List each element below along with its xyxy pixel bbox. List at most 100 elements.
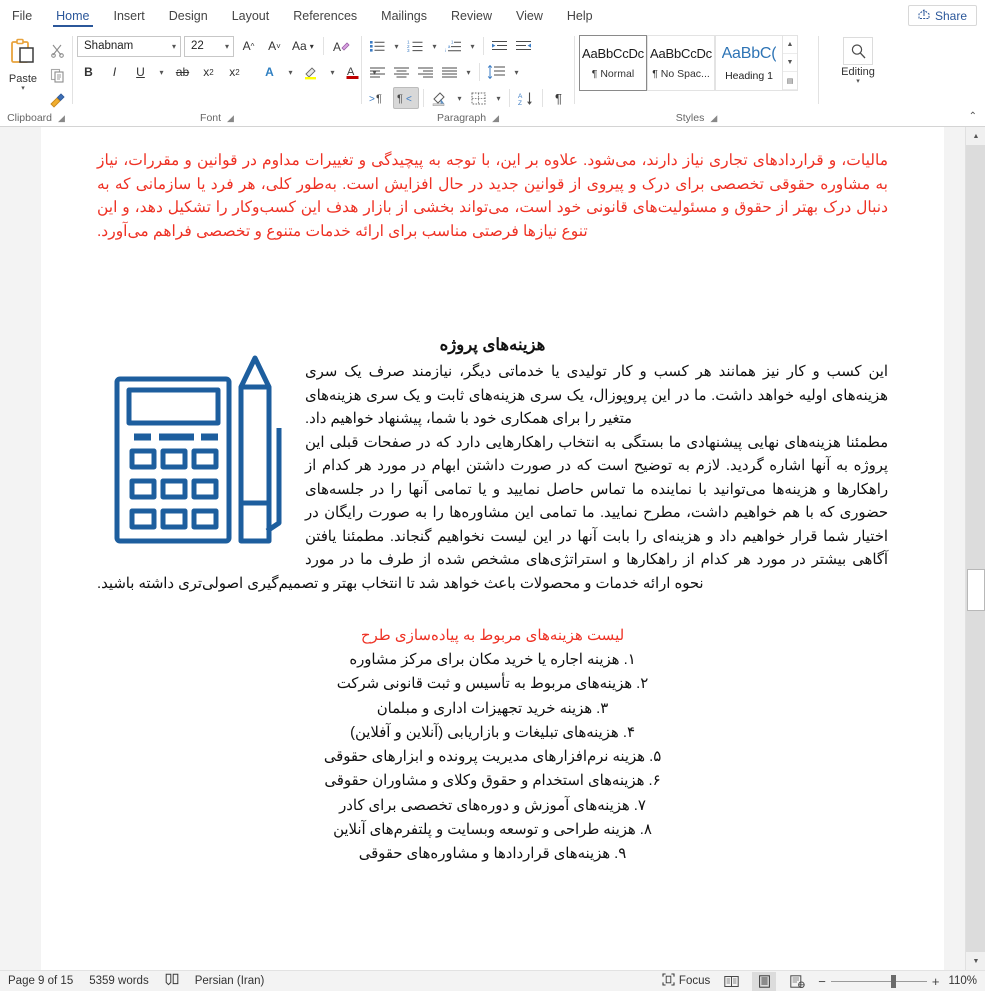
document-canvas[interactable]: مالیات، و قراردادهای تجاری نیاز دارند، م… (0, 127, 985, 970)
justify-button[interactable] (438, 61, 461, 83)
font-dialog-launcher[interactable]: ◢ (227, 113, 234, 124)
print-layout-button[interactable] (752, 971, 777, 991)
numbering-button[interactable]: 123 (404, 35, 427, 57)
tab-file[interactable]: File (0, 0, 44, 31)
editing-dropdown-caret[interactable]: ▾ (856, 78, 860, 86)
styles-dialog-launcher[interactable]: ◢ (710, 113, 717, 124)
subscript-button[interactable]: x2 (197, 61, 220, 83)
tab-view[interactable]: View (504, 0, 555, 31)
styles-more-icon[interactable]: ▤ (783, 72, 797, 90)
tab-mailings[interactable]: Mailings (369, 0, 439, 31)
scrollbar-track[interactable] (966, 145, 985, 952)
style-no-spacing[interactable]: AaBbCcDc ¶ No Spac... (647, 35, 715, 91)
read-mode-button[interactable] (719, 972, 743, 991)
proofing-icon[interactable] (165, 973, 179, 989)
vertical-scrollbar[interactable]: ▲ ▼ (965, 127, 985, 970)
tab-help[interactable]: Help (555, 0, 605, 31)
zoom-thumb[interactable] (890, 974, 896, 988)
strikethrough-button[interactable]: ab (171, 61, 194, 83)
align-center-button[interactable] (390, 61, 413, 83)
word-count[interactable]: 5359 words (89, 975, 148, 987)
text-effects-button[interactable]: A (258, 61, 281, 83)
text-effects-dropdown[interactable]: ▾ (284, 61, 297, 83)
style-heading-1-label: Heading 1 (725, 69, 773, 82)
tab-home[interactable]: Home (44, 0, 101, 31)
clipboard-dialog-launcher[interactable]: ◢ (58, 113, 65, 124)
editing-button[interactable]: Editing ▾ (819, 35, 897, 86)
decrease-indent-button[interactable] (488, 35, 511, 57)
shrink-font-button[interactable]: A ˅ (263, 35, 286, 57)
align-right-button[interactable] (414, 61, 437, 83)
document-content[interactable]: مالیات، و قراردادهای تجاری نیاز دارند، م… (41, 127, 944, 867)
share-button[interactable]: Share (907, 5, 977, 26)
tab-insert[interactable]: Insert (102, 0, 157, 31)
tab-review[interactable]: Review (439, 0, 504, 31)
zoom-out-button[interactable]: − (818, 974, 826, 989)
zoom-slider[interactable]: − + (818, 974, 939, 989)
ltr-text-direction-button[interactable]: > ¶ (366, 87, 392, 109)
sort-button[interactable]: AZ (514, 87, 538, 109)
collapse-ribbon-button[interactable]: ⌃ (969, 111, 977, 122)
clear-formatting-button[interactable]: A (330, 35, 353, 57)
rtl-text-direction-button[interactable]: ¶ < (393, 87, 419, 109)
paste-dropdown-caret[interactable]: ▾ (21, 85, 25, 93)
calculator-pencil-illustration[interactable] (109, 353, 301, 548)
zoom-track[interactable] (830, 974, 927, 988)
borders-dropdown[interactable]: ▾ (492, 87, 505, 109)
list-item: ۹. هزینه‌های قراردادها و مشاوره‌های حقوق… (358, 846, 627, 863)
grow-font-button[interactable]: A ^ (237, 35, 260, 57)
format-painter-button[interactable] (46, 89, 68, 111)
status-bar: Page 9 of 15 5359 words Persian (Iran) F… (0, 970, 985, 991)
web-layout-button[interactable] (785, 972, 809, 991)
justify-dropdown[interactable]: ▾ (462, 61, 475, 83)
borders-button[interactable] (467, 87, 491, 109)
tab-design[interactable]: Design (157, 0, 220, 31)
font-size-combo[interactable]: 22 ▾ (184, 35, 234, 57)
styles-scroll-up-icon[interactable]: ▲ (783, 36, 797, 54)
numbering-dropdown[interactable]: ▾ (428, 35, 441, 57)
underline-dropdown[interactable]: ▾ (155, 61, 168, 83)
paste-button[interactable]: Paste ▾ (0, 35, 46, 93)
scroll-down-icon[interactable]: ▼ (966, 952, 985, 970)
highlight-dropdown[interactable]: ▾ (326, 61, 339, 83)
tab-layout[interactable]: Layout (220, 0, 282, 31)
styles-scroll-down-icon[interactable]: ▼ (783, 54, 797, 72)
zoom-in-button[interactable]: + (932, 974, 940, 989)
scrollbar-thumb[interactable] (967, 569, 985, 611)
bullets-button[interactable] (366, 35, 389, 57)
show-formatting-marks-button[interactable]: ¶ (547, 87, 570, 109)
italic-button[interactable]: I (103, 61, 126, 83)
paragraph-dialog-launcher[interactable]: ◢ (492, 113, 499, 124)
page-indicator[interactable]: Page 9 of 15 (8, 975, 73, 987)
superscript-button[interactable]: x2 (223, 61, 246, 83)
align-left-button[interactable] (366, 61, 389, 83)
multilevel-list-button[interactable]: 1ai (442, 35, 465, 57)
line-spacing-dropdown[interactable]: ▾ (510, 61, 523, 83)
list-item: ۵. هزینه نرم‌افزارهای مدیریت پرونده و اب… (323, 749, 662, 766)
zoom-level[interactable]: 110% (948, 975, 977, 987)
increase-indent-button[interactable] (512, 35, 535, 57)
svg-text:i: i (445, 48, 446, 53)
shading-button[interactable] (428, 87, 452, 109)
copy-button[interactable] (46, 64, 68, 86)
style-heading-1[interactable]: AaBbC( Heading 1 (715, 35, 783, 91)
change-case-button[interactable]: Aa ▾ (289, 35, 317, 57)
cut-button[interactable] (46, 39, 68, 61)
bold-label: B (84, 65, 93, 79)
focus-button[interactable]: Focus (662, 973, 710, 989)
language-indicator[interactable]: Persian (Iran) (195, 975, 265, 987)
document-page[interactable]: مالیات، و قراردادهای تجاری نیاز دارند، م… (41, 127, 944, 970)
scroll-up-icon[interactable]: ▲ (966, 127, 985, 145)
font-name-combo[interactable]: Shabnam ▾ (77, 35, 181, 57)
bold-button[interactable]: B (77, 61, 100, 83)
styles-gallery-scroll[interactable]: ▲ ▼ ▤ (783, 35, 798, 91)
style-normal[interactable]: AaBbCcDc ¶ Normal (579, 35, 647, 91)
underline-button[interactable]: U (129, 61, 152, 83)
tab-references[interactable]: References (281, 0, 369, 31)
shading-dropdown[interactable]: ▾ (453, 87, 466, 109)
text-highlight-button[interactable] (300, 61, 323, 83)
bullets-dropdown[interactable]: ▾ (390, 35, 403, 57)
multilevel-dropdown[interactable]: ▾ (466, 35, 479, 57)
line-spacing-button[interactable] (484, 61, 509, 83)
